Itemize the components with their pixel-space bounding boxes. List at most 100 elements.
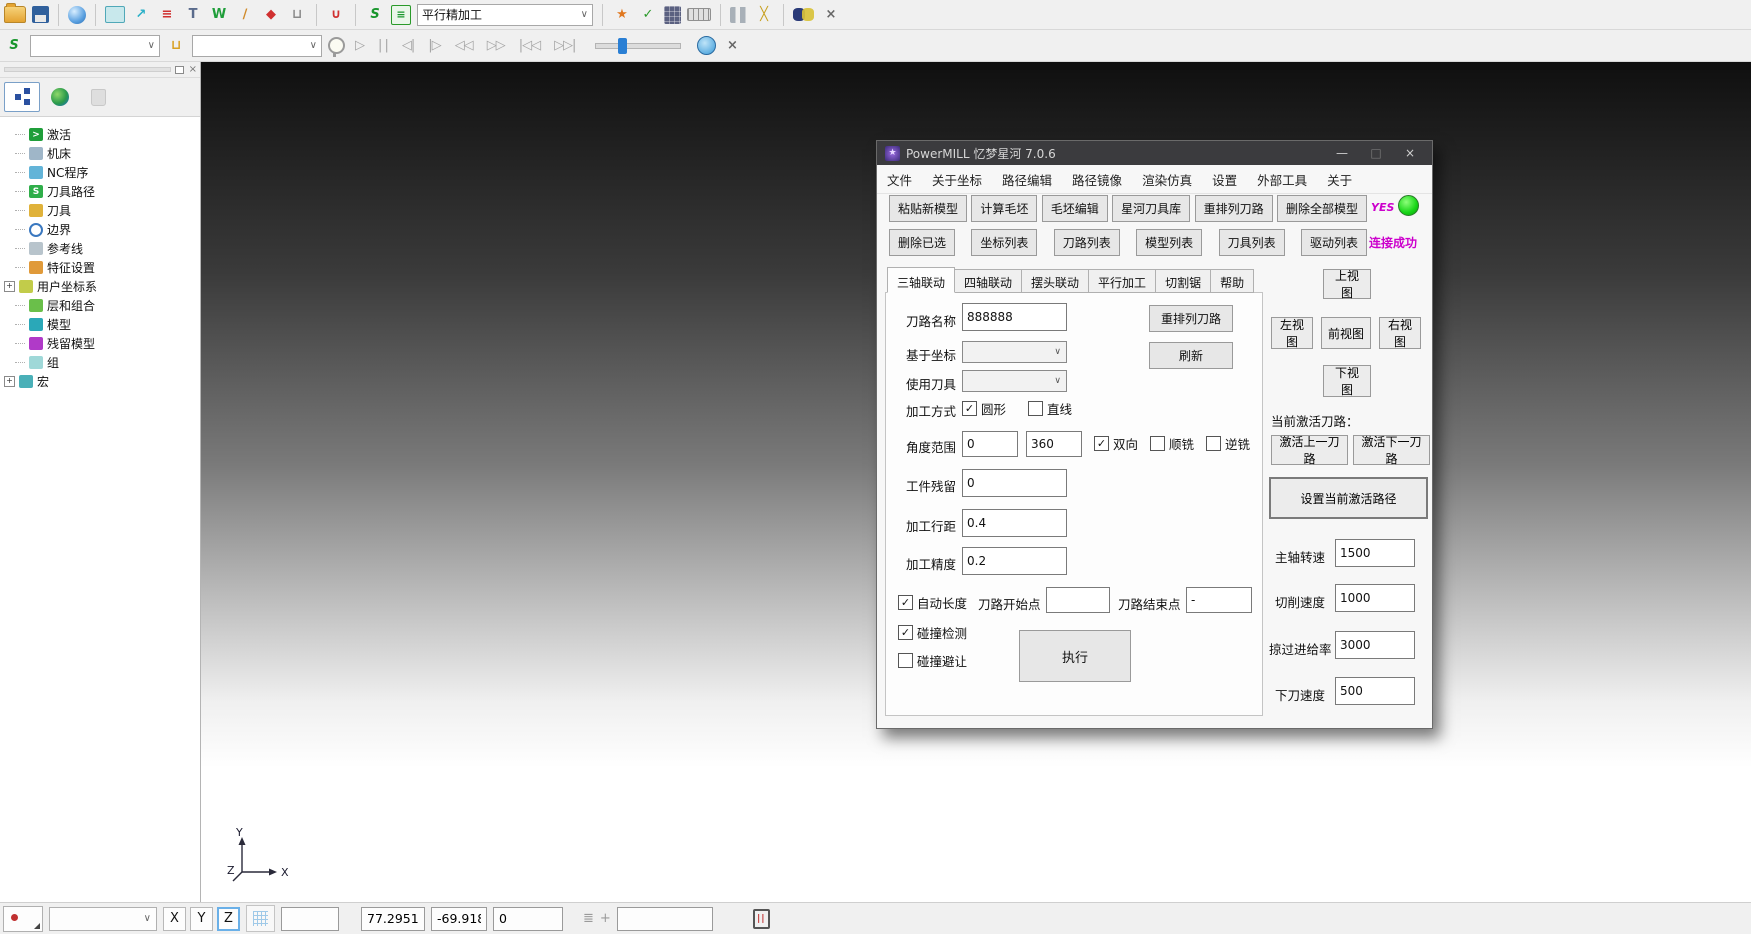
toolpath-combo[interactable]: ∨ [30,35,160,57]
mode-circle-checkbox[interactable]: 圆形 [962,399,1006,418]
close-panel-icon[interactable]: × [186,65,200,75]
ball-tool-icon[interactable]: T [183,5,203,25]
minimize-icon[interactable]: — [1328,146,1356,160]
tool-pair-icon[interactable] [730,7,748,23]
explorer-tab[interactable] [4,82,40,112]
angle-from-input[interactable] [962,431,1018,457]
workplane-combo[interactable] [49,907,157,931]
auto-length-checkbox[interactable]: 自动长度 [898,593,967,612]
toolpath-name-input[interactable] [962,303,1067,331]
tree-item[interactable]: 组 [4,353,200,372]
shaded-view-icon[interactable] [68,6,86,24]
bottom-view-button[interactable]: 下视图 [1323,365,1371,397]
tree-item[interactable]: 机床 [4,144,200,163]
zlevel-icon[interactable]: ≡ [157,5,177,25]
action-button[interactable]: 重排列刀路 [1195,195,1273,222]
grid-size-input[interactable] [281,907,339,931]
front-view-button[interactable]: 前视图 [1321,317,1371,349]
axis-lock-y[interactable]: Y [190,907,213,931]
tree-item[interactable]: 特征设置 [4,258,200,277]
tree-item[interactable]: +用户坐标系 [4,277,200,296]
action-button[interactable]: 刀具列表 [1219,229,1285,256]
tree-item[interactable]: +宏 [4,372,200,391]
maximize-icon[interactable]: □ [1362,146,1390,160]
measure-input[interactable] [617,907,713,931]
block-icon[interactable] [105,6,125,23]
menu-item[interactable]: 关于坐标 [922,170,992,189]
tab-平行加工[interactable]: 平行加工 [1089,269,1156,293]
go-end-icon[interactable]: ▷▷| [550,36,579,56]
action-button[interactable]: 删除全部模型 [1277,195,1367,222]
tab-切割锯[interactable]: 切割锯 [1156,269,1211,293]
open-file-icon[interactable] [4,6,26,23]
menu-item[interactable]: 渲染仿真 [1132,170,1202,189]
end-point-input[interactable] [1186,587,1252,613]
plunge-feed-input[interactable] [1335,677,1415,705]
strategy-combo[interactable]: 平行精加工∨ [417,4,593,26]
menu-item[interactable]: 关于 [1317,170,1362,189]
collision-check-icon[interactable] [793,6,815,24]
execute-button[interactable]: 执行 [1019,630,1131,682]
action-button[interactable]: 坐标列表 [971,229,1037,256]
sim-close-icon[interactable]: × [722,36,742,56]
tab-四轴联动[interactable]: 四轴联动 [955,269,1022,293]
activate-next-toolpath-button[interactable]: 激活下一刀路 [1353,435,1430,465]
axis-lock-x[interactable]: X [163,907,186,931]
collision-check-checkbox[interactable]: 碰撞检测 [898,623,967,642]
menu-item[interactable]: 文件 [877,170,922,189]
expand-icon[interactable]: + [4,376,15,387]
menu-item[interactable]: 外部工具 [1247,170,1317,189]
close-icon[interactable]: × [1396,146,1424,160]
tree-item[interactable]: 模型 [4,315,200,334]
left-view-button[interactable]: 左视图 [1271,317,1313,349]
slider-thumb[interactable] [618,38,627,54]
axis-lock-z[interactable]: Z [217,907,240,931]
tool-icon[interactable]: ⊔ [166,36,186,56]
right-view-button[interactable]: 右视图 [1379,317,1421,349]
tree-item[interactable]: 残留模型 [4,334,200,353]
skim-feed-input[interactable] [1335,631,1415,659]
action-button[interactable]: 刀路列表 [1054,229,1120,256]
use-tool-select[interactable] [962,370,1067,392]
spindle-speed-input[interactable] [1335,539,1415,567]
calculator-icon[interactable] [664,6,681,24]
pause-icon[interactable]: | | [374,36,392,56]
web-tab[interactable] [42,82,78,112]
light-icon[interactable] [328,37,345,54]
go-start-icon[interactable]: |◁◁ [515,36,544,56]
action-button[interactable]: 星河刀具库 [1112,195,1190,222]
collision-avoid-checkbox[interactable]: 碰撞避让 [898,651,967,670]
menu-item[interactable]: 设置 [1202,170,1247,189]
coordinate-x-input[interactable] [361,907,425,931]
points-icon[interactable]: ◆ [261,5,281,25]
toolpath-icon[interactable]: S [4,36,24,56]
tool-combo[interactable]: ∨ [192,35,322,57]
tree-item[interactable]: NC程序 [4,163,200,182]
action-button[interactable]: 粘贴新模型 [889,195,967,222]
start-point-input[interactable] [1046,587,1110,613]
rewind-icon[interactable]: ◁◁ [451,36,477,56]
action-button[interactable]: 毛坯编辑 [1042,195,1108,222]
tree-item[interactable]: 参考线 [4,239,200,258]
bidirectional-checkbox[interactable]: 双向 [1094,434,1138,453]
xyz-list-icon[interactable]: ≣ [583,911,594,926]
tree-item[interactable]: 层和组合 [4,296,200,315]
tree-item[interactable]: 刀具 [4,201,200,220]
rapid-height-icon[interactable]: ↗ [131,5,151,25]
recycle-tab[interactable] [80,82,116,112]
strategy-list-icon[interactable]: ≡ [391,5,411,25]
tool-favorite-icon[interactable]: ★ [612,5,632,25]
toolpath-icon[interactable]: S [365,5,385,25]
tab-三轴联动[interactable]: 三轴联动 [887,267,955,293]
tree-item[interactable]: 边界 [4,220,200,239]
mode-line-checkbox[interactable]: 直线 [1028,399,1072,418]
tool-verify-icon[interactable]: ✓ [638,5,658,25]
tree-item[interactable]: >激活 [4,125,200,144]
stock-remain-input[interactable] [962,469,1067,497]
coordinate-z-input[interactable] [493,907,563,931]
coordinate-y-input[interactable] [431,907,487,931]
step-forward-icon[interactable]: |▷ [424,36,444,56]
action-button[interactable]: 计算毛坯 [971,195,1037,222]
tolerance-input[interactable] [962,547,1067,575]
fast-forward-icon[interactable]: ▷▷ [483,36,509,56]
